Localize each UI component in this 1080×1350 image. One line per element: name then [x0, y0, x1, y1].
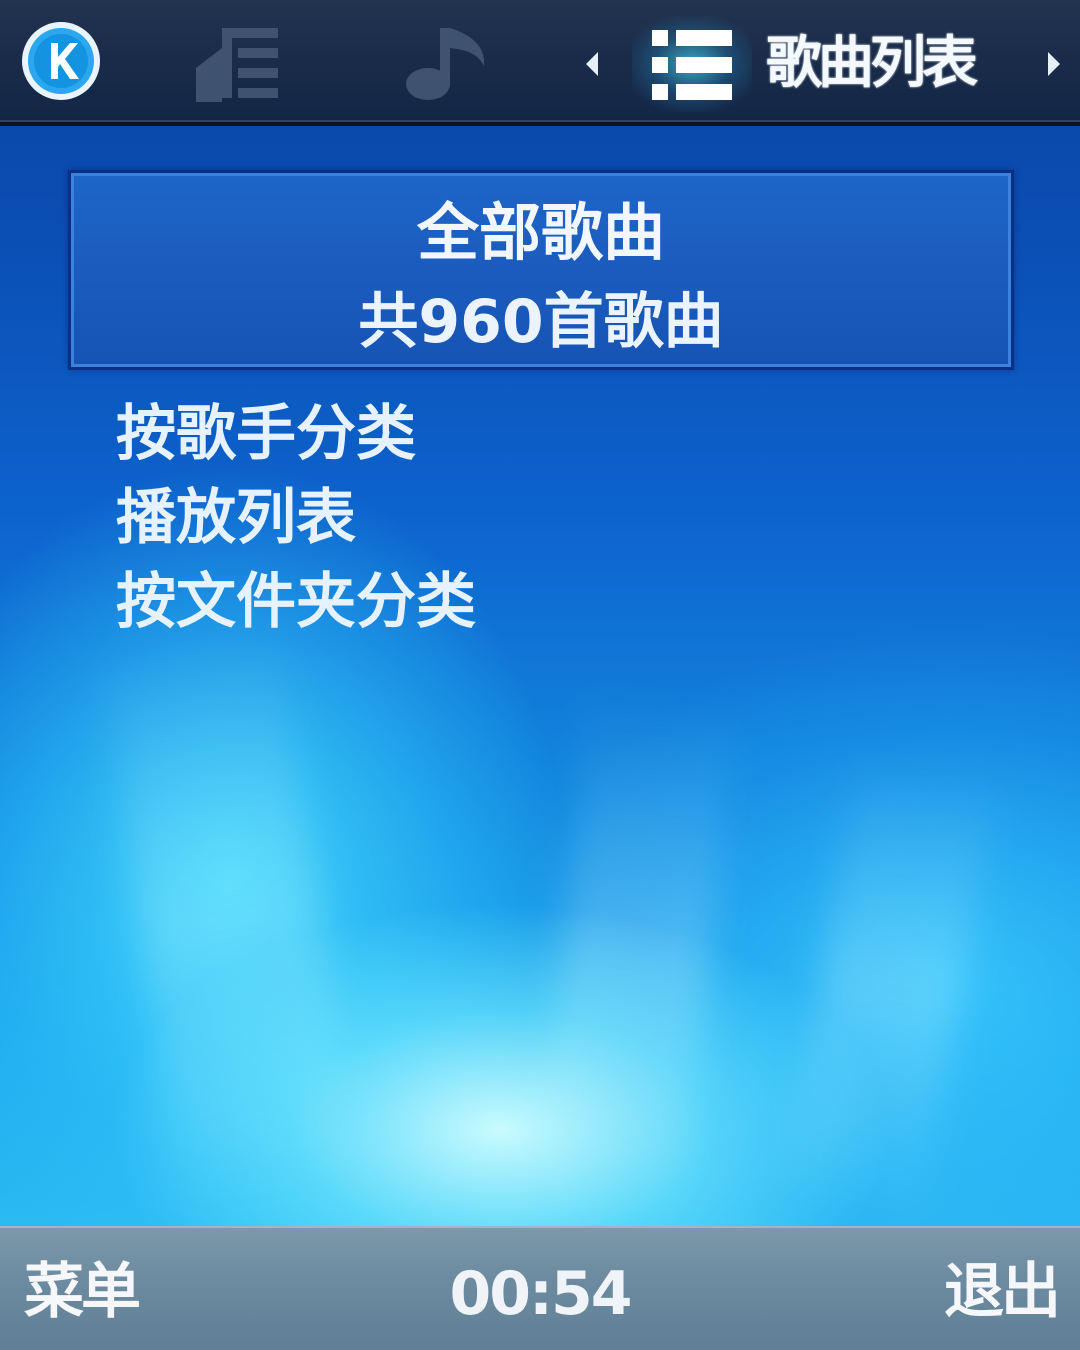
list-item-by-artist[interactable]: 按歌手分类 [116, 394, 976, 478]
song-count-label: 共960首歌曲 [358, 287, 724, 357]
background-light-streak [533, 693, 737, 1227]
top-navigation-bar: 歌曲列表 [0, 0, 1080, 126]
list-item-playlists[interactable]: 播放列表 [116, 478, 976, 562]
background-light-streak [101, 630, 359, 1210]
page-title: 歌曲列表 [766, 31, 978, 96]
k-logo-icon[interactable] [20, 20, 102, 102]
softkey-bar: 菜单 00:54 退出 [0, 1226, 1080, 1350]
list-icon [652, 30, 732, 100]
all-songs-item[interactable]: 全部歌曲 共960首歌曲 [68, 170, 1014, 370]
tab-song-list[interactable] [632, 16, 752, 112]
background-light-streak [781, 751, 999, 1229]
list-item-by-folder[interactable]: 按文件夹分类 [116, 562, 976, 646]
category-list: 按歌手分类 播放列表 按文件夹分类 [116, 394, 976, 646]
music-player-screen: 歌曲列表 全部歌曲 共960首歌曲 按歌手分类 播放列表 按文件夹分类 菜单 0… [0, 0, 1080, 1350]
arrow-right-icon[interactable] [1042, 50, 1064, 78]
all-songs-title: 全部歌曲 [416, 196, 665, 269]
exit-softkey[interactable]: 退出 [944, 1256, 1061, 1328]
menu-softkey[interactable]: 菜单 [24, 1256, 141, 1328]
music-note-icon[interactable] [398, 22, 490, 102]
arrow-left-icon[interactable] [582, 50, 604, 78]
playback-time: 00:54 [449, 1259, 633, 1329]
artist-icon[interactable] [192, 24, 284, 104]
